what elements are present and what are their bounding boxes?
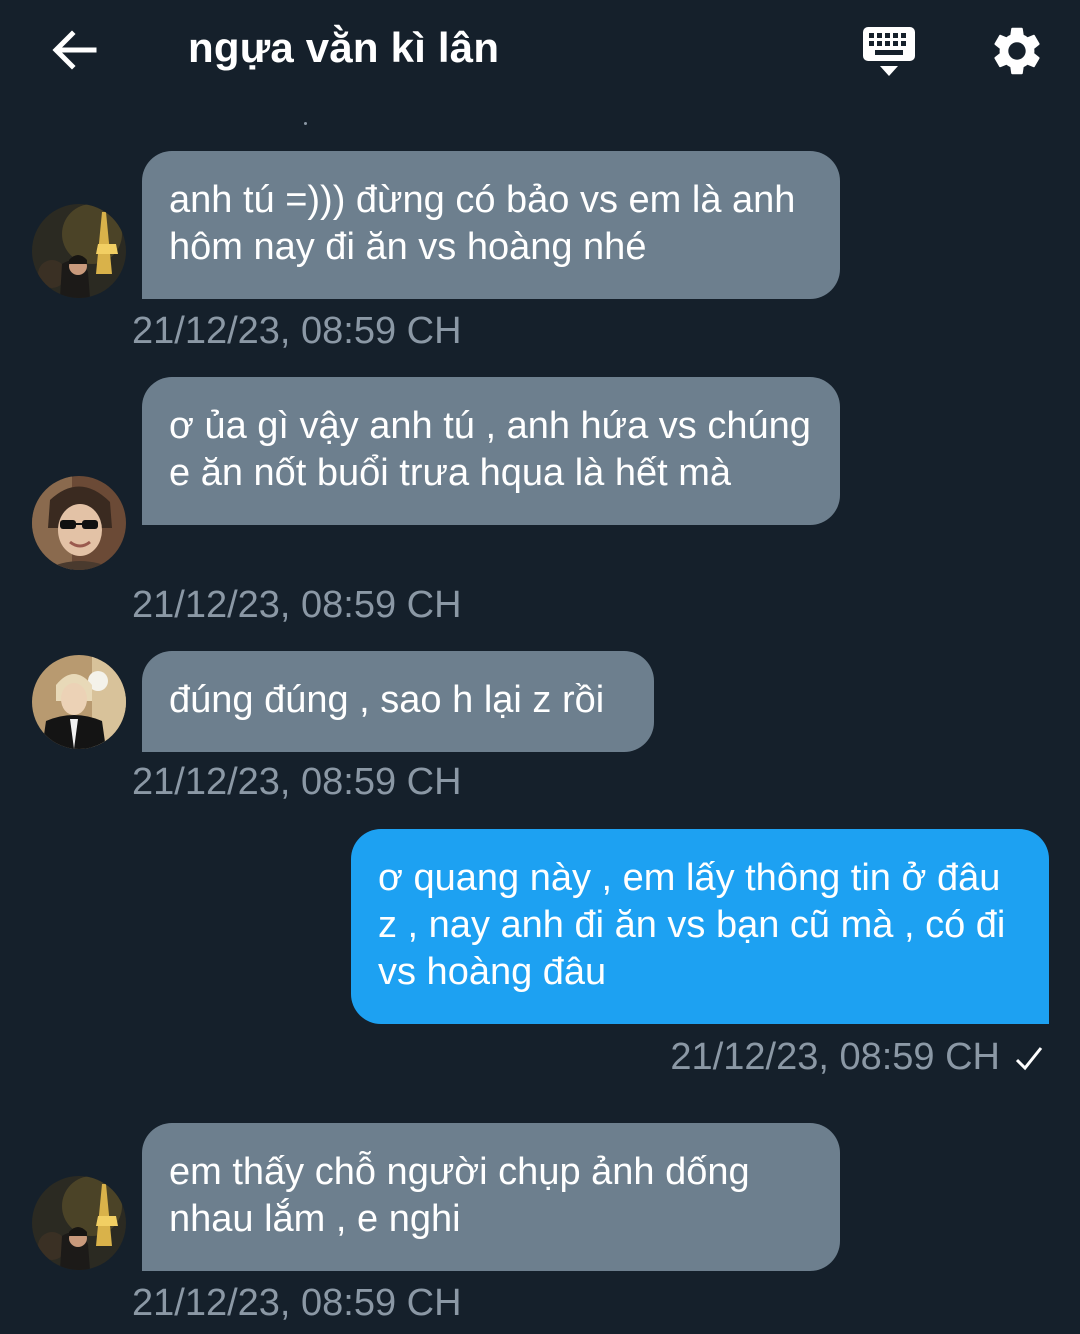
message-timestamp: 21/12/23, 08:59 CH: [132, 761, 462, 803]
gear-icon: [994, 27, 1040, 75]
message-timestamp: 21/12/23, 08:59 CH: [132, 584, 462, 626]
settings-button[interactable]: [988, 22, 1046, 80]
message-bubble-outgoing[interactable]: ơ quang này , em lấy thông tin ở đâu z ,…: [351, 829, 1049, 1024]
keyboard-icon: [863, 27, 915, 76]
keyboard-toggle-button[interactable]: [860, 24, 922, 80]
divider-dot: [304, 122, 307, 125]
avatar[interactable]: [32, 204, 126, 298]
avatar[interactable]: [32, 476, 126, 570]
message-timestamp: 21/12/23, 08:59 CH: [132, 310, 462, 352]
back-button[interactable]: [46, 22, 102, 78]
avatar-photo: [32, 476, 126, 570]
message-bubble[interactable]: em thấy chỗ người chụp ảnh dống nhau lắm…: [142, 1123, 840, 1271]
avatar[interactable]: [32, 1176, 126, 1270]
avatar-photo: [32, 1176, 126, 1270]
message-timestamp: 21/12/23, 08:59 CH: [132, 1282, 462, 1324]
avatar[interactable]: [32, 655, 126, 749]
message-bubble[interactable]: đúng đúng , sao h lại z rồi: [142, 651, 654, 752]
arrow-left-icon: [52, 30, 97, 70]
avatar-photo: [32, 204, 126, 298]
avatar-photo: [32, 655, 126, 749]
message-bubble[interactable]: anh tú =))) đừng có bảo vs em là anh hôm…: [142, 151, 840, 299]
conversation-title[interactable]: ngựa vằn kì lân: [188, 24, 499, 72]
checkmark-icon: [1015, 1047, 1043, 1071]
dm-conversation-screen: ngựa vằn kì lân anh tú =))) đừng có bảo …: [0, 0, 1080, 1334]
conversation-header: ngựa vằn kì lân: [0, 0, 1080, 100]
message-bubble[interactable]: ơ ủa gì vậy anh tú , anh hứa vs chúng e …: [142, 377, 840, 525]
message-timestamp: 21/12/23, 08:59 CH: [670, 1036, 1000, 1078]
